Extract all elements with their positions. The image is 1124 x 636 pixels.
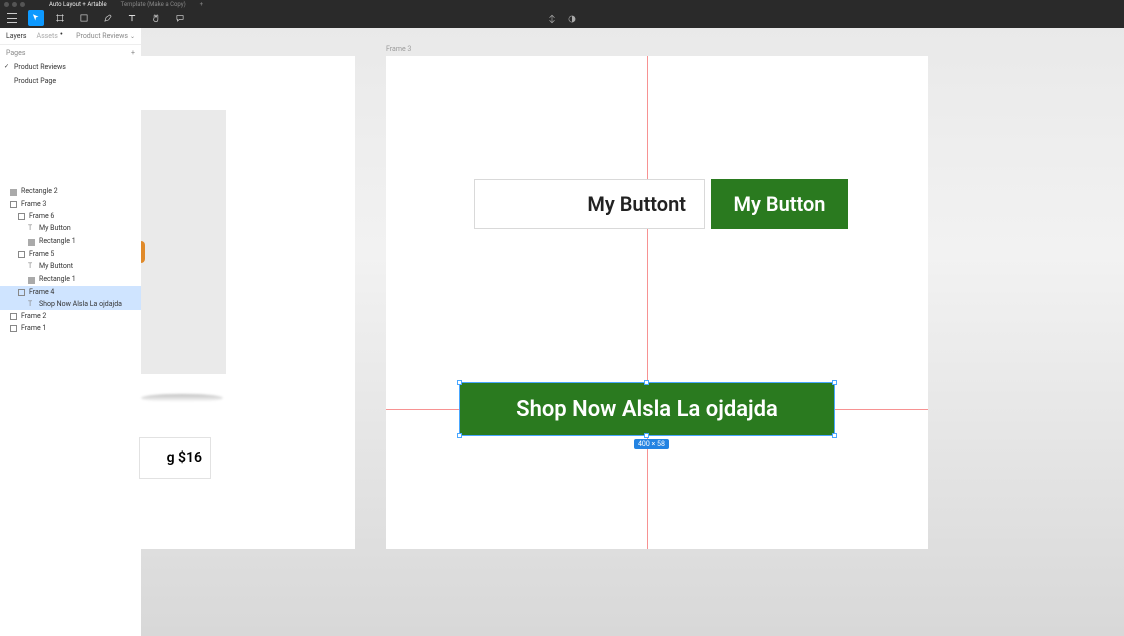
layer-label: Frame 1 (21, 324, 46, 332)
layer-label: Frame 3 (21, 200, 46, 208)
layer-frame-3[interactable]: Frame 3 (0, 198, 141, 210)
toolbar (0, 8, 1124, 28)
comment-tool[interactable] (172, 10, 188, 26)
layer-frame-1[interactable]: Frame 1 (0, 322, 141, 334)
button-label: My Buttont (587, 192, 686, 216)
pages-header: Pages + (0, 45, 141, 60)
new-tab-button[interactable]: + (200, 1, 203, 8)
tab-layers[interactable]: Layers (6, 32, 27, 40)
page-item-product-page[interactable]: Product Page (0, 74, 141, 88)
file-tab-secondary[interactable]: Template (Make a Copy) (121, 1, 186, 8)
layer-rectangle-1b[interactable]: Rectangle 1 (0, 272, 141, 286)
contrast-icon[interactable] (567, 9, 577, 28)
alignment-guide-vertical (647, 56, 648, 549)
pen-icon (103, 13, 113, 23)
button-label: Shop Now Alsla La ojdajda (516, 397, 778, 422)
shadow-line (141, 394, 223, 402)
artboard-frame-3[interactable]: My Buttont My Button Shop Now Alsla La o… (386, 56, 928, 549)
resize-handle-mb[interactable] (644, 433, 649, 438)
layer-my-buttont[interactable]: TMy Buttont (0, 260, 141, 272)
shape-tool[interactable] (76, 10, 92, 26)
layer-shop-now-text[interactable]: TShop Now Alsla La ojdajda (0, 298, 141, 310)
button-outline-my-buttont[interactable]: My Buttont (474, 179, 705, 229)
layer-label: Frame 4 (29, 288, 54, 296)
layer-rectangle-1a[interactable]: Rectangle 1 (0, 234, 141, 248)
left-panel: Layers Assets Product Reviews ⌄ Pages + … (0, 28, 141, 636)
layer-frame-2[interactable]: Frame 2 (0, 310, 141, 322)
price-card: g $16 (139, 437, 211, 479)
resize-handle-br[interactable] (832, 433, 837, 438)
frame-icon (55, 13, 65, 23)
layer-label: Rectangle 2 (21, 187, 58, 195)
button-label: My Button (734, 192, 826, 216)
selected-frame-4[interactable]: Shop Now Alsla La ojdajda 400 × 58 (460, 383, 834, 435)
titlebar: Auto Layout + Artable Template (Make a C… (0, 0, 1124, 8)
resize-handle-bl[interactable] (457, 433, 462, 438)
file-tab-active[interactable]: Auto Layout + Artable (49, 1, 107, 8)
canvas[interactable]: g $16 Frame 3 My Buttont My Button Shop … (141, 28, 1124, 636)
layer-label: My Button (39, 224, 71, 232)
text-tool[interactable] (124, 10, 140, 26)
min-dot[interactable] (12, 2, 17, 7)
pen-tool[interactable] (100, 10, 116, 26)
layer-label: Rectangle 1 (39, 237, 76, 245)
close-dot[interactable] (4, 2, 9, 7)
layer-frame-6[interactable]: Frame 6 (0, 210, 141, 222)
move-tool[interactable] (28, 10, 44, 26)
page-selector[interactable]: Product Reviews (76, 32, 128, 40)
cursor-icon (31, 13, 41, 23)
button-green-my-button[interactable]: My Button (711, 179, 848, 229)
layer-my-button-1[interactable]: TMy Button (0, 222, 141, 234)
comment-icon (175, 13, 185, 23)
layer-label: Shop Now Alsla La ojdajda (39, 300, 122, 308)
layer-rectangle-2[interactable]: Rectangle 2 (0, 184, 141, 198)
add-page-button[interactable]: + (131, 49, 135, 57)
hand-icon (151, 13, 161, 23)
layer-label: Rectangle 1 (39, 275, 76, 283)
orange-accent (141, 241, 145, 263)
layer-label: Frame 5 (29, 250, 54, 258)
artboard-left-partial[interactable]: g $16 (141, 56, 355, 549)
dimensions-badge: 400 × 58 (634, 439, 669, 449)
tab-assets[interactable]: Assets (37, 32, 58, 40)
layer-frame-4[interactable]: Frame 4 (0, 286, 141, 298)
layers-list: Rectangle 2 Frame 3 Frame 6 TMy Button R… (0, 184, 141, 334)
page-item-product-reviews[interactable]: Product Reviews (0, 60, 141, 74)
panel-tabs: Layers Assets Product Reviews ⌄ (0, 28, 141, 45)
button-shop-now[interactable]: Shop Now Alsla La ojdajda (460, 383, 834, 435)
layer-label: Frame 2 (21, 312, 46, 320)
hamburger-icon (7, 13, 17, 23)
resize-handle-tl[interactable] (457, 380, 462, 385)
max-dot[interactable] (20, 2, 25, 7)
resize-handle-mt[interactable] (644, 380, 649, 385)
layer-label: Frame 6 (29, 212, 54, 220)
product-image-placeholder (141, 110, 226, 374)
frame-tool[interactable] (52, 10, 68, 26)
window-controls[interactable] (0, 2, 25, 7)
frame-label-frame3[interactable]: Frame 3 (386, 45, 411, 53)
text-icon (127, 13, 137, 23)
layer-label: My Buttont (39, 262, 73, 270)
align-icon[interactable] (547, 9, 557, 28)
hand-tool[interactable] (148, 10, 164, 26)
chevron-down-icon: ⌄ (130, 33, 135, 40)
pages-label: Pages (6, 49, 25, 57)
main-menu-button[interactable] (4, 10, 20, 26)
resize-handle-tr[interactable] (832, 380, 837, 385)
layer-frame-5[interactable]: Frame 5 (0, 248, 141, 260)
rectangle-icon (79, 13, 89, 23)
